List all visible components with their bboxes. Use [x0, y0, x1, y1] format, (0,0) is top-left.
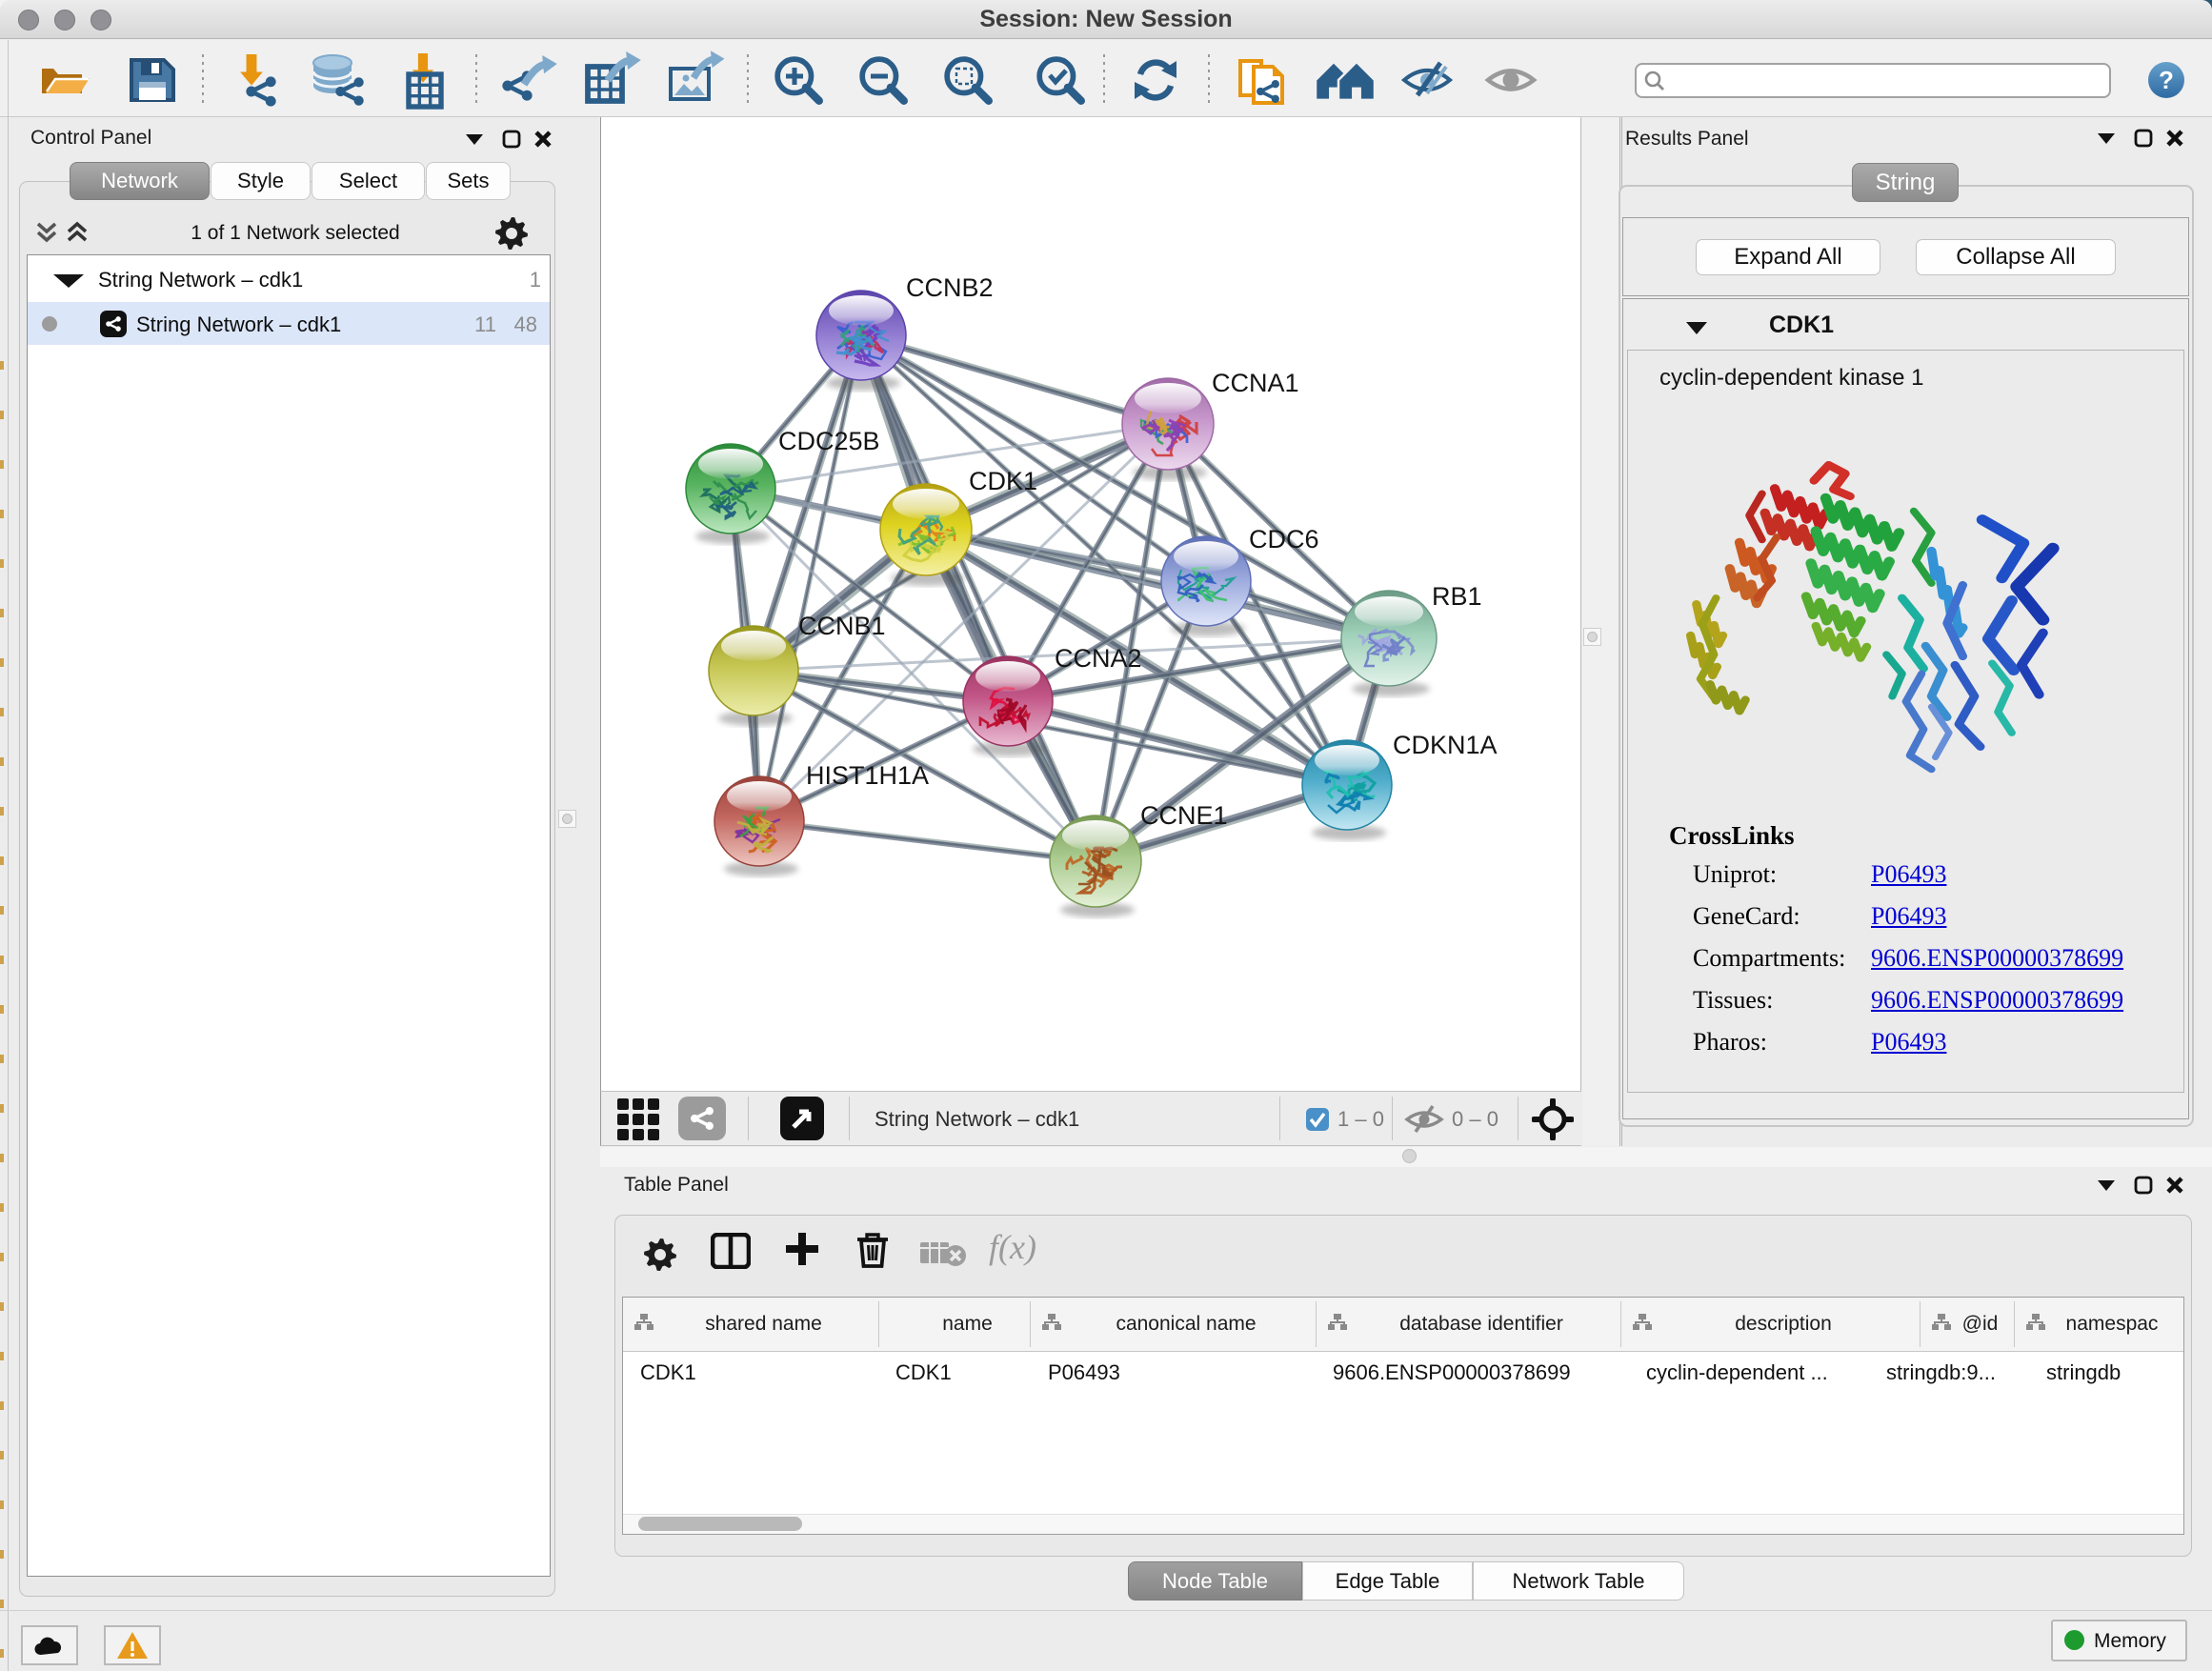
svg-text:CCNB2: CCNB2 — [906, 273, 994, 302]
svg-text:HIST1H1A: HIST1H1A — [806, 761, 929, 790]
svg-text:CCNE1: CCNE1 — [1140, 801, 1228, 830]
svg-text:CCNA2: CCNA2 — [1055, 644, 1142, 673]
svg-text:CCNA1: CCNA1 — [1212, 369, 1299, 397]
svg-text:RB1: RB1 — [1432, 582, 1482, 611]
svg-text:CCNB1: CCNB1 — [798, 612, 886, 640]
svg-text:CDKN1A: CDKN1A — [1393, 731, 1498, 759]
svg-text:CDC6: CDC6 — [1249, 525, 1319, 554]
svg-text:CDC25B: CDC25B — [778, 427, 880, 455]
svg-text:CDK1: CDK1 — [969, 467, 1037, 495]
